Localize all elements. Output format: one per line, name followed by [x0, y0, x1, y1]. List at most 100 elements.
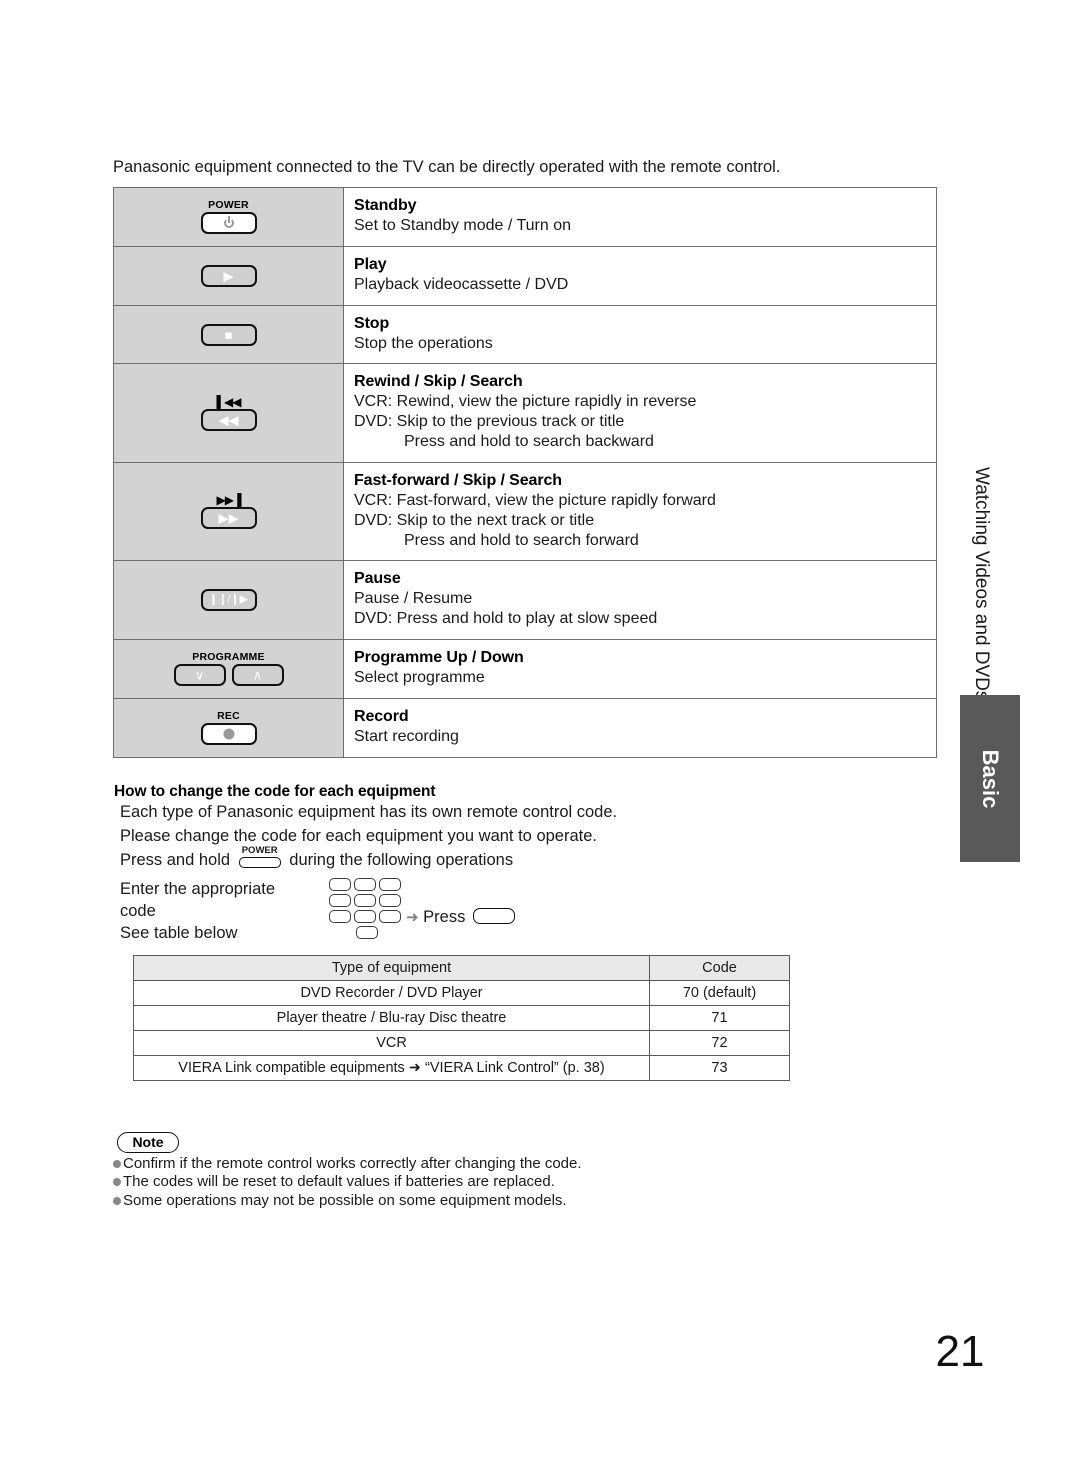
inline-power-caption: POWER: [241, 845, 278, 856]
equipment-code: 70 (default): [649, 980, 790, 1006]
description-cell: Fast-forward / Skip / Search VCR: Fast-f…: [343, 461, 937, 562]
equipment-name: VCR: [133, 1030, 650, 1056]
operation-detail: Pause / Resume: [354, 590, 473, 608]
programme-up-button-icon: ∧: [231, 664, 284, 687]
column-header-equipment: Type of equipment: [133, 955, 650, 981]
side-chapter-label: Watching Videos and DVDs: [971, 466, 992, 700]
note-item-text: Some operations may not be possible on s…: [123, 1191, 567, 1209]
operation-title: Programme Up / Down: [354, 649, 524, 667]
keypad-row: [329, 894, 405, 907]
enter-code-line-3: See table below: [120, 923, 238, 942]
operation-title: Rewind / Skip / Search: [354, 373, 523, 391]
operation-detail: Select programme: [354, 669, 485, 687]
keypad-key: [329, 894, 351, 907]
enter-code-line-1: Enter the appropriate: [120, 880, 276, 898]
operation-detail: DVD: Press and hold to play at slow spee…: [354, 610, 658, 628]
equipment-name: Player theatre / Blu-ray Disc theatre: [133, 1005, 650, 1031]
operation-detail-indented: Press and hold to search forward: [404, 531, 639, 549]
table-row: POWER Standby Set to Standby mode / Turn…: [113, 187, 937, 247]
pause-button-icon: ❙❙/❙▶: [200, 589, 257, 612]
equipment-code: 73: [649, 1055, 790, 1081]
equipment-code: 72: [649, 1030, 790, 1056]
pause-glyph: ❙❙/❙▶: [208, 593, 249, 606]
operation-detail: VCR: Fast-forward, view the picture rapi…: [354, 491, 716, 509]
remote-button-pause-cell: ❙❙/❙▶: [113, 560, 344, 641]
keypad-key: [354, 910, 376, 923]
remote-button-record-cell: REC: [113, 697, 344, 758]
power-symbol-icon: [223, 218, 234, 229]
fast-forward-button-icon: ▶▶: [200, 507, 257, 530]
remote-operations-table: POWER Standby Set to Standby mode / Turn…: [113, 187, 937, 758]
operation-detail: DVD: Skip to the next track or title: [354, 511, 595, 529]
fast-forward-glyph: ▶▶: [218, 510, 239, 526]
intro-text: Panasonic equipment connected to the TV …: [113, 158, 781, 176]
operation-title: Play: [354, 255, 387, 273]
note-item: Some operations may not be possible on s…: [113, 1192, 582, 1210]
button-caption: PROGRAMME: [192, 650, 265, 663]
record-dot-icon: [223, 728, 234, 740]
table-row: ▶▶▐ ▶▶ Fast-forward / Skip / Search VCR:…: [113, 461, 937, 562]
table-row: ▌◀◀ ◀◀ Rewind / Skip / Search VCR: Rewin…: [113, 363, 937, 463]
note-item: Confirm if the remote control works corr…: [113, 1155, 582, 1173]
howto-line-3-before: Press and hold: [120, 851, 231, 869]
column-header-code: Code: [649, 955, 790, 981]
bullet-icon: [113, 1196, 121, 1205]
power-button-icon: [200, 212, 257, 235]
button-caption: POWER: [208, 198, 249, 211]
side-tab-basic: Basic: [960, 695, 1020, 862]
keypad-key: [379, 894, 401, 907]
remote-button-stop-cell: ■: [113, 304, 344, 365]
bullet-icon: [113, 1160, 121, 1168]
rewind-glyph: ◀◀: [218, 412, 239, 428]
page-number: 21: [935, 1327, 985, 1376]
operation-detail: DVD: Skip to the previous track or title: [354, 413, 625, 431]
rewind-button-icon: ◀◀: [200, 408, 257, 431]
play-button-icon: ▶: [200, 264, 257, 287]
keypad-key: [329, 910, 351, 923]
inline-power-button-icon: POWER: [237, 846, 283, 868]
button-caption: REC: [217, 709, 240, 722]
description-cell: Pause Pause / Resume DVD: Press and hold…: [343, 560, 937, 641]
record-button-icon: [200, 723, 257, 746]
operation-detail: VCR: Rewind, view the picture rapidly in…: [354, 393, 697, 411]
keypad-key: [354, 878, 376, 891]
enter-code-line-2: code: [120, 901, 156, 920]
operation-detail: Playback videocassette / DVD: [354, 275, 569, 293]
enter-code-instructions: Enter the appropriate code See table bel…: [120, 879, 275, 945]
ok-button-icon: [472, 908, 515, 924]
howto-line-3-after: during the following operations: [289, 851, 514, 869]
operation-title: Fast-forward / Skip / Search: [354, 471, 562, 489]
skip-back-icon: ▌◀◀: [216, 394, 242, 409]
note-list: Confirm if the remote control works corr…: [113, 1155, 582, 1210]
remote-button-rewind-cell: ▌◀◀ ◀◀: [113, 363, 344, 463]
howto-line-1: Each type of Panasonic equipment has its…: [120, 803, 618, 821]
note-item-text: Confirm if the remote control works corr…: [123, 1155, 582, 1172]
keypad-row: [329, 910, 405, 923]
remote-button-fast-forward-cell: ▶▶▐ ▶▶: [113, 461, 344, 562]
keypad-key: [379, 878, 401, 891]
table-row: ▶ Play Playback videocassette / DVD: [113, 245, 937, 306]
operation-title: Pause: [354, 570, 401, 588]
description-cell: Programme Up / Down Select programme: [343, 639, 937, 699]
operation-detail: Set to Standby mode / Turn on: [354, 217, 572, 234]
table-row: VIERA Link compatible equipments ➜ “VIER…: [133, 1055, 790, 1081]
howto-heading: How to change the code for each equipmen…: [114, 783, 436, 800]
table-row: Player theatre / Blu-ray Disc theatre 71: [133, 1005, 790, 1031]
remote-button-power-cell: POWER: [113, 187, 344, 247]
table-row: VCR 72: [133, 1030, 790, 1056]
table-row: PROGRAMME ∨ ∧ Programme Up / Down Select…: [113, 639, 937, 699]
operation-title: Stop: [354, 314, 390, 332]
skip-forward-icon: ▶▶▐: [216, 493, 242, 508]
table-row: REC Record Start recording: [113, 697, 937, 758]
equipment-name: DVD Recorder / DVD Player: [133, 980, 650, 1006]
note-badge: Note: [117, 1132, 179, 1153]
arrow-right-icon: ➜: [406, 909, 419, 926]
table-header-row: Type of equipment Code: [133, 955, 790, 981]
operation-detail-indented: Press and hold to search backward: [404, 433, 654, 451]
keypad-key: [354, 894, 376, 907]
note-item-text: The codes will be reset to default value…: [123, 1173, 555, 1191]
note-item: The codes will be reset to default value…: [113, 1173, 582, 1191]
press-label: Press: [423, 908, 466, 926]
equipment-code-table: Type of equipment Code DVD Recorder / DV…: [133, 955, 790, 1081]
operation-detail: Start recording: [354, 727, 459, 745]
